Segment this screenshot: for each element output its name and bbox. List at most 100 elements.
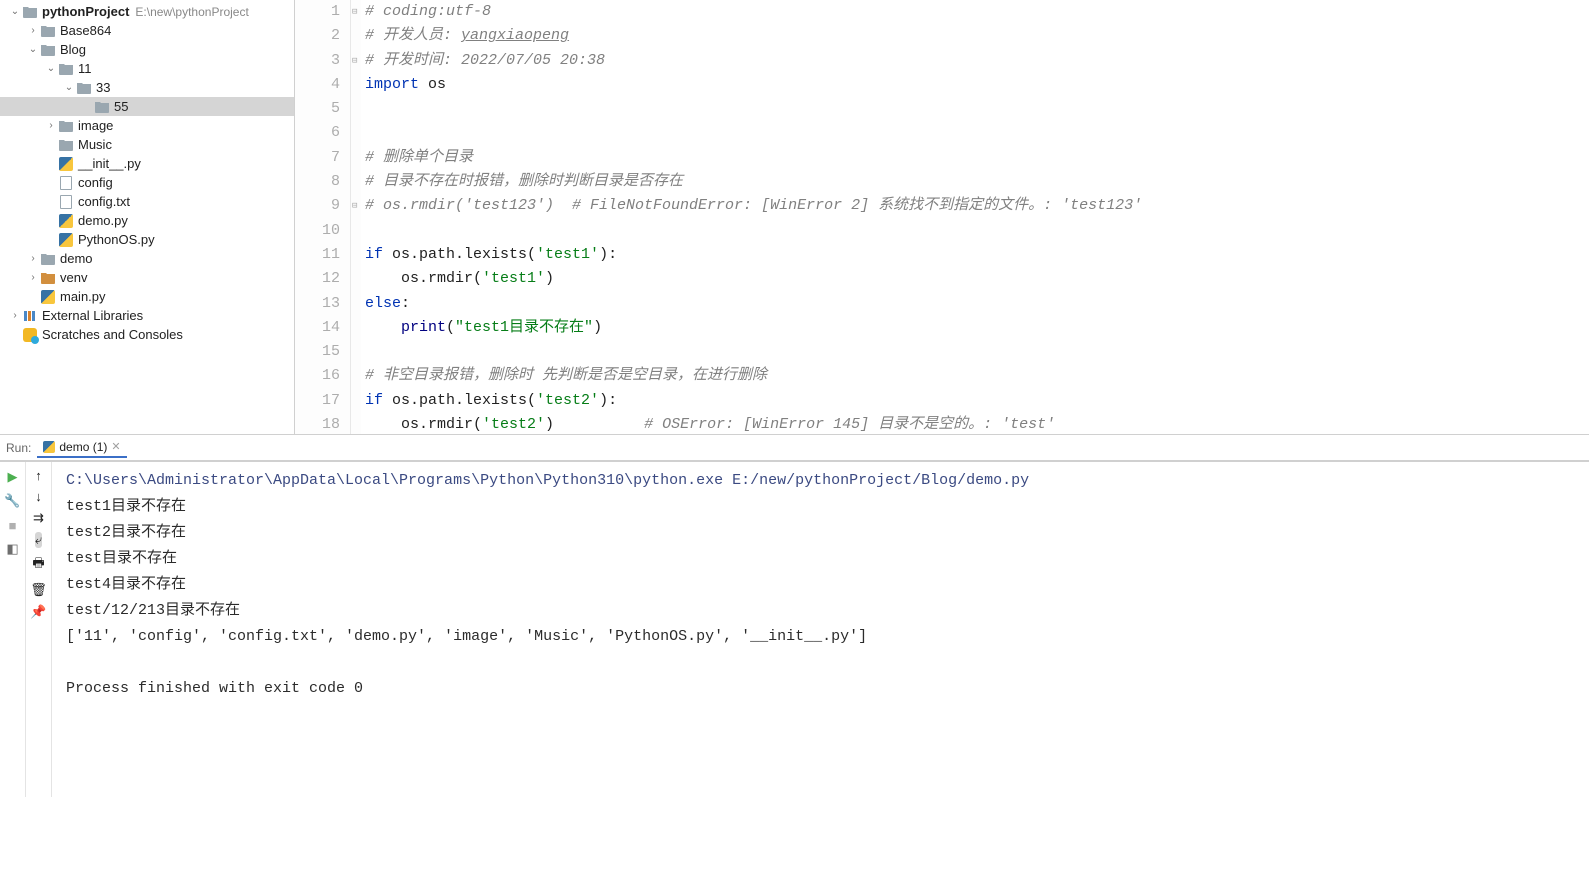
code-line[interactable]: # 开发时间: 2022/07/05 20:38 — [365, 49, 1589, 73]
folder-icon — [58, 61, 74, 77]
tree-item[interactable]: ⌄pythonProjectE:\new\pythonProject — [0, 2, 294, 21]
chevron-right-icon[interactable]: › — [26, 25, 40, 36]
code-line[interactable]: if os.path.lexists('test2'): — [365, 389, 1589, 413]
tree-item-label: 55 — [114, 99, 128, 114]
code-token: : — [401, 295, 410, 312]
code-area[interactable]: # coding:utf-8# 开发人员: yangxiaopeng# 开发时间… — [361, 0, 1589, 434]
code-line[interactable]: if os.path.lexists('test1'): — [365, 243, 1589, 267]
down-arrow-icon[interactable]: ↓ — [35, 489, 42, 504]
console-line: test/12/213目录不存在 — [66, 598, 1575, 624]
tree-item-label: 33 — [96, 80, 110, 95]
code-line[interactable]: os.rmdir('test1') — [365, 267, 1589, 291]
code-token — [419, 76, 428, 93]
python-file-icon — [58, 156, 74, 172]
code-token: import — [365, 76, 419, 93]
chevron-right-icon[interactable]: › — [26, 253, 40, 264]
run-tab[interactable]: demo (1) ✕ — [37, 438, 126, 458]
filter-icon[interactable]: ⇉ — [33, 510, 44, 526]
code-editor[interactable]: 123456789101112131415161718192021 ⊟⊟⊟ # … — [295, 0, 1589, 434]
code-token: # OSError: [WinError 145] 目录不是空的。: 'test… — [644, 416, 1055, 433]
code-token: os.path.lexists( — [383, 392, 536, 409]
tree-item[interactable]: ›venv — [0, 268, 294, 287]
tree-item-label: Music — [78, 137, 112, 152]
chevron-down-icon[interactable]: ⌄ — [62, 82, 76, 93]
tree-item-label: Base864 — [60, 23, 111, 38]
tree-item-label: __init__.py — [78, 156, 141, 171]
code-line[interactable]: # os.rmdir('test123') # FileNotFoundErro… — [365, 194, 1589, 218]
tree-item[interactable]: 55 — [0, 97, 294, 116]
chevron-right-icon[interactable]: › — [44, 120, 58, 131]
code-line[interactable] — [365, 97, 1589, 121]
python-file-icon — [58, 232, 74, 248]
code-line[interactable]: # 删除单个目录 — [365, 146, 1589, 170]
chevron-down-icon[interactable]: ⌄ — [8, 6, 22, 17]
code-token: print — [401, 319, 446, 336]
fold-toggle-icon[interactable]: ⊟ — [352, 57, 360, 65]
code-token: # 目录不存在时报错，删除时判断目录是否存在 — [365, 173, 683, 190]
console-output[interactable]: C:\Users\Administrator\AppData\Local\Pro… — [52, 462, 1589, 797]
code-token: # 开发人员: — [365, 27, 461, 44]
project-tree[interactable]: ⌄pythonProjectE:\new\pythonProject › Base8… — [0, 0, 295, 434]
tree-item[interactable]: › External Libraries — [0, 306, 294, 325]
tree-item[interactable]: main.py — [0, 287, 294, 306]
code-token: ) — [593, 319, 602, 336]
stop-button[interactable]: ■ — [4, 516, 22, 534]
soft-wrap-toggle[interactable]: ⤶ — [35, 532, 42, 548]
chevron-down-icon[interactable]: ⌄ — [26, 44, 40, 55]
line-number: 10 — [295, 219, 340, 243]
console-command-line: C:\Users\Administrator\AppData\Local\Pro… — [66, 468, 1575, 494]
code-line[interactable]: else: — [365, 292, 1589, 316]
up-arrow-icon[interactable]: ↑ — [35, 468, 42, 483]
line-number: 15 — [295, 340, 340, 364]
tree-item-label: Blog — [60, 42, 86, 57]
code-token: if — [365, 246, 383, 263]
chevron-right-icon[interactable]: › — [8, 310, 22, 321]
run-tool-window: Run: demo (1) ✕ ▶ 🔧 ■ ◧ ↑ ↓ ⇉ ⤶ 🖶 🗑 📌 C:… — [0, 435, 1589, 869]
tree-item[interactable]: config — [0, 173, 294, 192]
code-line[interactable] — [365, 340, 1589, 364]
python-file-icon — [40, 289, 56, 305]
code-line[interactable]: # 目录不存在时报错，删除时判断目录是否存在 — [365, 170, 1589, 194]
code-token: ) — [545, 416, 644, 433]
code-line[interactable]: import os — [365, 73, 1589, 97]
tree-item[interactable]: ⌄ Blog — [0, 40, 294, 59]
rerun-button[interactable]: ▶ — [4, 468, 22, 486]
fold-gutter[interactable]: ⊟ ⊟ ⊟ — [351, 0, 361, 434]
close-icon[interactable]: ✕ — [111, 440, 120, 453]
code-line[interactable] — [365, 219, 1589, 243]
folder-icon — [94, 99, 110, 115]
tree-item[interactable]: config.txt — [0, 192, 294, 211]
tree-item-label: External Libraries — [42, 308, 143, 323]
line-number: 16 — [295, 364, 340, 388]
tree-item[interactable]: ⌄11 — [0, 59, 294, 78]
code-line[interactable]: os.rmdir('test2') # OSError: [WinError 1… — [365, 413, 1589, 434]
layout-button[interactable]: ◧ — [4, 540, 22, 558]
pin-icon[interactable]: 📌 — [30, 604, 46, 620]
trash-icon[interactable]: 🗑 — [30, 582, 47, 598]
tree-item-label: config — [78, 175, 113, 190]
tree-item[interactable]: Scratches and Consoles — [0, 325, 294, 344]
tree-item[interactable]: demo.py — [0, 211, 294, 230]
line-number: 1 — [295, 0, 340, 24]
code-line[interactable]: # 开发人员: yangxiaopeng — [365, 24, 1589, 48]
tree-item[interactable]: ⌄ 33 — [0, 78, 294, 97]
wrench-icon[interactable]: 🔧 — [4, 492, 22, 510]
code-line[interactable]: # 非空目录报错，删除时 先判断是否是空目录，在进行删除 — [365, 364, 1589, 388]
code-line[interactable]: print("test1目录不存在") — [365, 316, 1589, 340]
fold-toggle-icon[interactable]: ⊟ — [352, 8, 360, 16]
code-line[interactable] — [365, 121, 1589, 145]
tree-item[interactable]: PythonOS.py — [0, 230, 294, 249]
code-token: # os.rmdir('test123') # FileNotFoundErro… — [365, 197, 1142, 214]
tree-item[interactable]: Music — [0, 135, 294, 154]
tree-item[interactable]: ›image — [0, 116, 294, 135]
fold-toggle-icon[interactable]: ⊟ — [352, 202, 360, 210]
chevron-right-icon[interactable]: › — [26, 272, 40, 283]
tree-item[interactable]: __init__.py — [0, 154, 294, 173]
line-number: 14 — [295, 316, 340, 340]
code-line[interactable]: # coding:utf-8 — [365, 0, 1589, 24]
print-icon[interactable]: 🖶 — [32, 554, 44, 576]
chevron-down-icon[interactable]: ⌄ — [44, 63, 58, 74]
console-line: test目录不存在 — [66, 546, 1575, 572]
tree-item[interactable]: ›demo — [0, 249, 294, 268]
tree-item[interactable]: › Base864 — [0, 21, 294, 40]
